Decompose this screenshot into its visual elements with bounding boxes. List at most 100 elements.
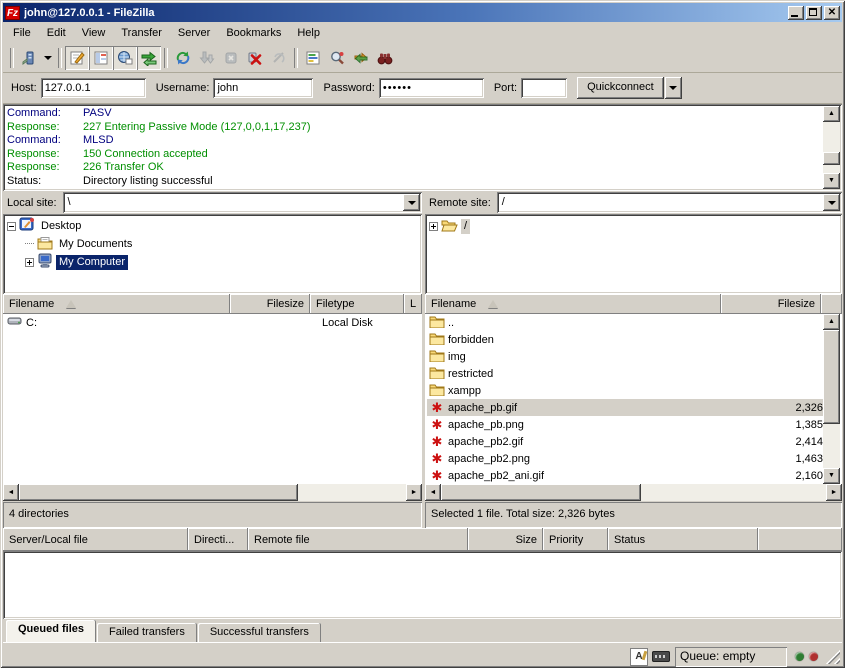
remote-site-value[interactable]: /	[497, 192, 821, 213]
column-header-last-modified[interactable]: L	[404, 294, 422, 314]
filezilla-logo-icon: Fz	[5, 6, 20, 20]
username-input[interactable]: john	[213, 78, 313, 98]
column-header-size[interactable]: Size	[468, 528, 543, 551]
tree-item-my-documents[interactable]: My Documents	[7, 235, 419, 253]
menu-transfer[interactable]: Transfer	[113, 25, 170, 41]
scroll-down-button[interactable]: ▼	[823, 173, 840, 189]
tree-item-desktop[interactable]: Desktop	[7, 217, 419, 235]
tree-item-label[interactable]: My Documents	[56, 237, 135, 252]
column-header-direction[interactable]: Directi...	[188, 528, 248, 551]
quickconnect-dropdown-button[interactable]	[665, 77, 682, 99]
tab-failed-transfers[interactable]: Failed transfers	[97, 623, 197, 642]
toggle-remote-tree-button[interactable]	[113, 46, 137, 70]
quickconnect-button[interactable]: Quickconnect	[577, 77, 664, 99]
menu-view[interactable]: View	[74, 25, 114, 41]
minimize-button[interactable]	[788, 6, 804, 20]
scroll-left-button[interactable]: ◄	[425, 484, 441, 501]
column-header-status[interactable]: Status	[608, 528, 758, 551]
remote-site-dropdown-button[interactable]	[823, 194, 840, 211]
column-header-remote-file[interactable]: Remote file	[248, 528, 468, 551]
tree-item-label[interactable]: Desktop	[38, 219, 84, 234]
column-header-filetype[interactable]: Filetype	[310, 294, 404, 314]
scroll-down-button[interactable]: ▼	[823, 468, 840, 484]
site-manager-button[interactable]	[17, 46, 41, 70]
toggle-queue-button[interactable]	[137, 46, 161, 70]
expand-icon[interactable]	[429, 222, 438, 231]
reconnect-button[interactable]	[267, 46, 291, 70]
scrollbar-thumb[interactable]	[823, 330, 840, 424]
scroll-right-button[interactable]: ►	[826, 484, 842, 501]
local-site-value[interactable]: \	[63, 192, 401, 213]
file-row[interactable]: ✱apache_pb2.gif2,414	[427, 433, 823, 450]
find-files-button[interactable]	[373, 46, 397, 70]
directory-compare-button[interactable]	[325, 46, 349, 70]
local-site-dropdown-button[interactable]	[403, 194, 420, 211]
scrollbar-thumb[interactable]	[441, 484, 641, 501]
toggle-local-tree-button[interactable]	[89, 46, 113, 70]
remote-horizontal-scrollbar[interactable]: ◄ ►	[425, 484, 842, 501]
collapse-icon[interactable]	[7, 222, 16, 231]
password-input[interactable]: ••••••	[379, 78, 484, 98]
remote-site-combo[interactable]: /	[497, 192, 842, 213]
encryption-status-icon[interactable]	[652, 651, 670, 662]
tab-successful-transfers[interactable]: Successful transfers	[198, 623, 321, 642]
menu-edit[interactable]: Edit	[39, 25, 74, 41]
file-row[interactable]: ✱apache_pb2.png1,463	[427, 450, 823, 467]
tab-queued-files[interactable]: Queued files	[6, 620, 96, 642]
refresh-button[interactable]	[171, 46, 195, 70]
transfer-type-icon[interactable]: A	[630, 648, 648, 666]
column-header-filesize[interactable]: Filesize	[230, 294, 310, 314]
column-header-filename[interactable]: Filename	[3, 294, 230, 314]
local-horizontal-scrollbar[interactable]: ◄ ►	[3, 484, 422, 501]
scrollbar-track[interactable]	[823, 122, 840, 173]
menu-server[interactable]: Server	[170, 25, 218, 41]
maximize-button[interactable]	[806, 6, 822, 20]
host-input[interactable]: 127.0.0.1	[41, 78, 146, 98]
scrollbar-track[interactable]	[441, 484, 826, 501]
scroll-right-button[interactable]: ►	[406, 484, 422, 501]
tree-item-label[interactable]: /	[461, 219, 470, 234]
file-row[interactable]: xampp	[427, 382, 823, 399]
port-input[interactable]	[521, 78, 567, 98]
column-header-filename[interactable]: Filename	[425, 294, 721, 314]
queue-list[interactable]	[3, 551, 842, 619]
scrollbar-thumb[interactable]	[19, 484, 298, 501]
column-header-local-file[interactable]: Server/Local file	[3, 528, 188, 551]
cancel-operation-button[interactable]	[219, 46, 243, 70]
file-row[interactable]: img	[427, 348, 823, 365]
tree-item-label[interactable]: My Computer	[56, 255, 128, 270]
scrollbar-thumb[interactable]	[823, 152, 840, 165]
log-scrollbar[interactable]: ▲ ▼	[823, 106, 840, 189]
title-bar[interactable]: Fz john@127.0.0.1 - FileZilla ✕	[3, 3, 842, 22]
menu-help[interactable]: Help	[289, 25, 328, 41]
scrollbar-track[interactable]	[19, 484, 406, 501]
site-manager-dropdown-button[interactable]	[41, 46, 55, 70]
resize-grip[interactable]	[826, 650, 840, 664]
synchronized-browsing-button[interactable]	[349, 46, 373, 70]
toggle-log-button[interactable]	[65, 46, 89, 70]
file-row-selected[interactable]: ✱apache_pb.gif2,326	[427, 399, 823, 416]
close-button[interactable]: ✕	[824, 6, 840, 20]
file-row[interactable]: restricted	[427, 365, 823, 382]
file-row[interactable]: ..	[427, 314, 823, 331]
scrollbar-track[interactable]	[823, 330, 840, 468]
remote-list-scrollbar[interactable]: ▲ ▼	[823, 314, 840, 484]
tree-item-root[interactable]: /	[429, 217, 839, 235]
menu-bookmarks[interactable]: Bookmarks	[218, 25, 289, 41]
scroll-up-button[interactable]: ▲	[823, 106, 840, 122]
directory-filter-button[interactable]	[301, 46, 325, 70]
menu-file[interactable]: File	[5, 25, 39, 41]
disconnect-button[interactable]	[243, 46, 267, 70]
column-header-filesize[interactable]: Filesize	[721, 294, 821, 314]
file-row[interactable]: C: Local Disk	[5, 314, 420, 331]
file-row[interactable]: ✱apache_pb2_ani.gif2,160	[427, 467, 823, 484]
file-row[interactable]: forbidden	[427, 331, 823, 348]
local-site-combo[interactable]: \	[63, 192, 422, 213]
process-queue-button[interactable]	[195, 46, 219, 70]
scroll-up-button[interactable]: ▲	[823, 314, 840, 330]
file-row[interactable]: ✱apache_pb.png1,385	[427, 416, 823, 433]
expand-icon[interactable]	[25, 258, 34, 267]
scroll-left-button[interactable]: ◄	[3, 484, 19, 501]
tree-item-my-computer[interactable]: My Computer	[7, 253, 419, 271]
column-header-priority[interactable]: Priority	[543, 528, 608, 551]
